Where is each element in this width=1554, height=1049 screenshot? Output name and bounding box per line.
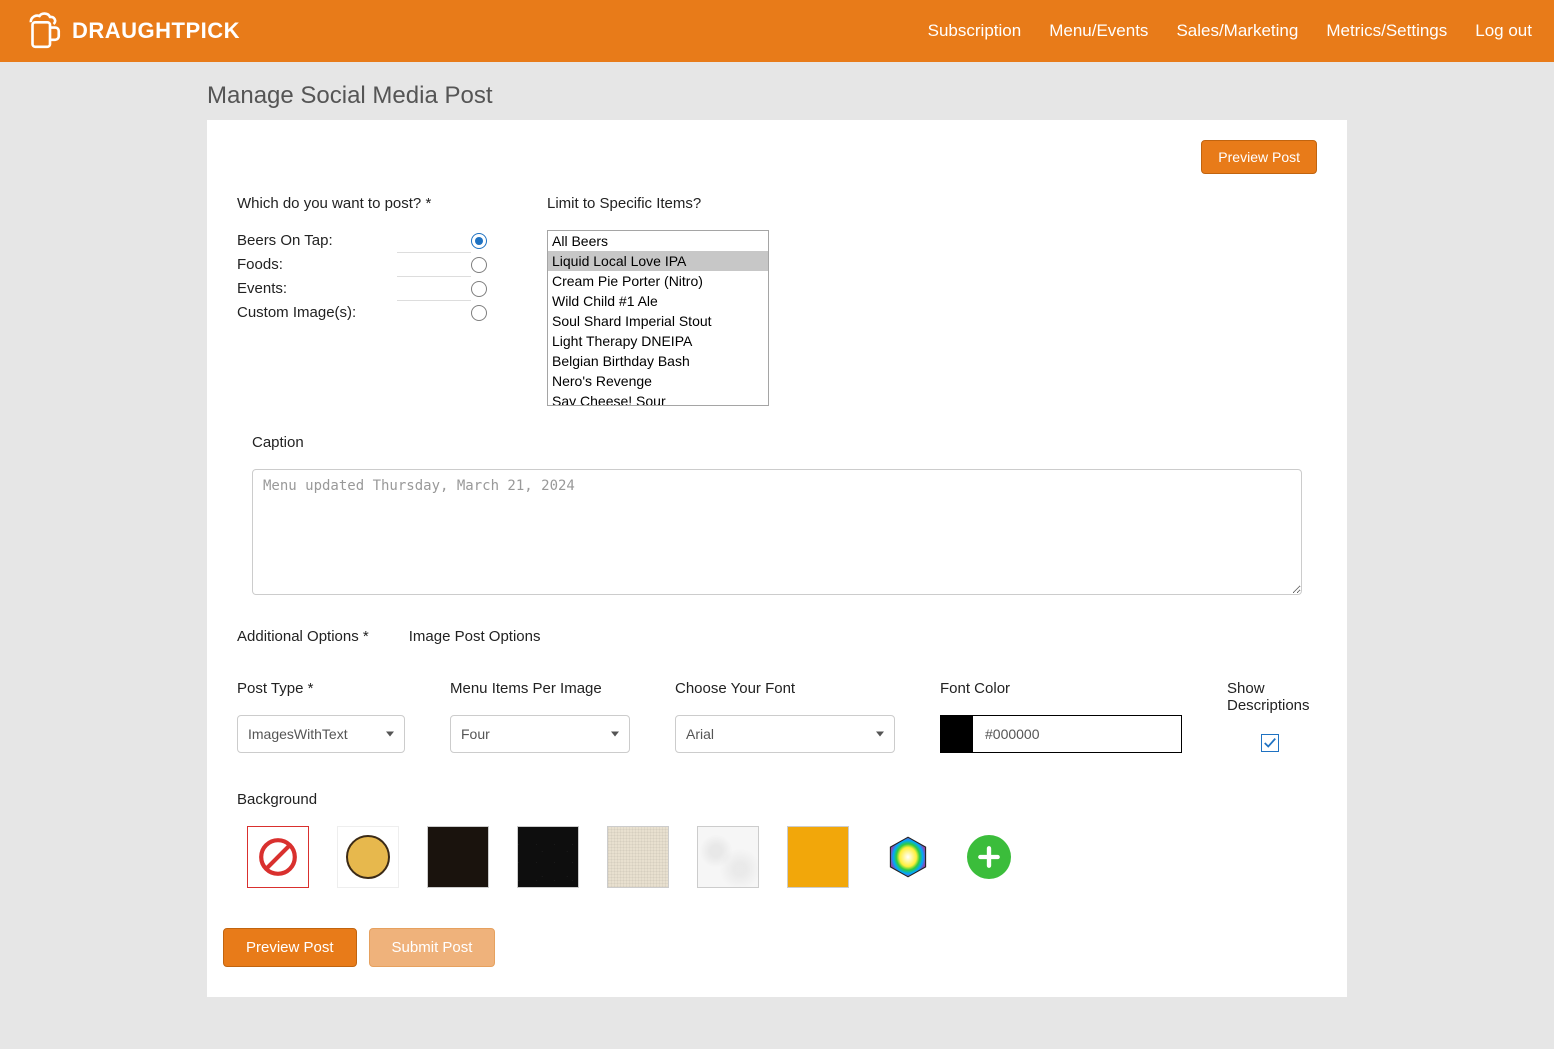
limit-group: Limit to Specific Items? All BeersLiquid…: [547, 195, 769, 406]
post-type-select[interactable]: ImagesWithText: [237, 715, 405, 753]
nav-metrics-settings[interactable]: Metrics/Settings: [1326, 21, 1447, 41]
per-image-label: Menu Items Per Image: [450, 680, 630, 697]
submit-post-button[interactable]: Submit Post: [369, 928, 496, 967]
nav-menu-events[interactable]: Menu/Events: [1049, 21, 1148, 41]
preview-post-bottom-button[interactable]: Preview Post: [223, 928, 357, 967]
post-type-value: ImagesWithText: [248, 726, 348, 742]
limit-items-select[interactable]: All BeersLiquid Local Love IPACream Pie …: [547, 230, 769, 406]
divider: [397, 276, 471, 277]
additional-options-label: Additional Options *: [237, 628, 369, 645]
limit-option[interactable]: Say Cheese! Sour: [548, 391, 768, 406]
main-nav: Subscription Menu/Events Sales/Marketing…: [928, 21, 1532, 41]
font-select[interactable]: Arial: [675, 715, 895, 753]
radio-button-icon: [471, 233, 487, 249]
brand-circle-icon: [346, 835, 390, 879]
background-label: Background: [237, 791, 1317, 808]
limit-option[interactable]: Light Therapy DNEIPA: [548, 331, 768, 351]
limit-option[interactable]: Liquid Local Love IPA: [548, 251, 768, 271]
nav-subscription[interactable]: Subscription: [928, 21, 1022, 41]
check-icon: [1263, 736, 1277, 750]
add-background-button[interactable]: [967, 835, 1011, 879]
beer-mug-icon: [22, 10, 64, 52]
radio-beers-label: Beers On Tap:: [237, 232, 333, 249]
bg-thumb-linen[interactable]: [607, 826, 669, 888]
post-type-label: Post Type *: [237, 680, 405, 697]
brand-logo: DRAUGHTPICK: [22, 10, 240, 52]
caption-textarea[interactable]: [252, 469, 1302, 595]
background-row: [247, 826, 1317, 888]
font-color-field[interactable]: [940, 715, 1182, 753]
radio-custom[interactable]: Custom Image(s):: [237, 302, 487, 323]
radio-events-label: Events:: [237, 280, 287, 297]
bg-thumb-black-marble[interactable]: [517, 826, 579, 888]
radio-button-icon: [471, 305, 487, 321]
radio-foods[interactable]: Foods:: [237, 254, 487, 275]
no-entry-icon: [257, 836, 299, 878]
form-panel: Preview Post Which do you want to post? …: [207, 120, 1347, 997]
radio-beers[interactable]: Beers On Tap:: [237, 230, 487, 251]
font-value: Arial: [686, 726, 714, 742]
bg-thumb-amber[interactable]: [787, 826, 849, 888]
bg-thumb-none[interactable]: [247, 826, 309, 888]
post-target-group: Which do you want to post? * Beers On Ta…: [237, 195, 487, 406]
font-label: Choose Your Font: [675, 680, 895, 697]
limit-option[interactable]: Wild Child #1 Ale: [548, 291, 768, 311]
limit-option[interactable]: Cream Pie Porter (Nitro): [548, 271, 768, 291]
limit-option[interactable]: Belgian Birthday Bash: [548, 351, 768, 371]
per-image-select[interactable]: Four: [450, 715, 630, 753]
font-color-input[interactable]: [973, 716, 1181, 752]
page-title: Manage Social Media Post: [207, 82, 1347, 110]
brand-name: DRAUGHTPICK: [72, 18, 240, 44]
preview-post-top-button[interactable]: Preview Post: [1201, 140, 1317, 174]
color-picker-hex-icon[interactable]: [886, 835, 930, 879]
bg-thumb-dark-wood[interactable]: [427, 826, 489, 888]
show-descriptions-checkbox[interactable]: [1261, 734, 1279, 752]
bg-thumb-white-marble[interactable]: [697, 826, 759, 888]
limit-option[interactable]: All Beers: [548, 231, 768, 251]
post-target-label: Which do you want to post? *: [237, 195, 487, 212]
show-descriptions-label: Show Descriptions: [1227, 680, 1317, 714]
limit-label: Limit to Specific Items?: [547, 195, 769, 212]
radio-button-icon: [471, 281, 487, 297]
limit-option[interactable]: Soul Shard Imperial Stout: [548, 311, 768, 331]
radio-events[interactable]: Events:: [237, 278, 487, 299]
radio-foods-label: Foods:: [237, 256, 283, 273]
plus-icon: [976, 844, 1002, 870]
radio-custom-label: Custom Image(s):: [237, 304, 356, 321]
bg-thumb-brand[interactable]: [337, 826, 399, 888]
caption-label: Caption: [252, 434, 1302, 451]
limit-option[interactable]: Nero's Revenge: [548, 371, 768, 391]
nav-sales-marketing[interactable]: Sales/Marketing: [1176, 21, 1298, 41]
app-header: DRAUGHTPICK Subscription Menu/Events Sal…: [0, 0, 1554, 62]
color-swatch-icon: [941, 716, 973, 752]
per-image-value: Four: [461, 726, 490, 742]
nav-logout[interactable]: Log out: [1475, 21, 1532, 41]
font-color-label: Font Color: [940, 680, 1182, 697]
radio-button-icon: [471, 257, 487, 273]
divider: [397, 300, 471, 301]
divider: [397, 252, 471, 253]
image-post-options-label: Image Post Options: [409, 628, 541, 645]
